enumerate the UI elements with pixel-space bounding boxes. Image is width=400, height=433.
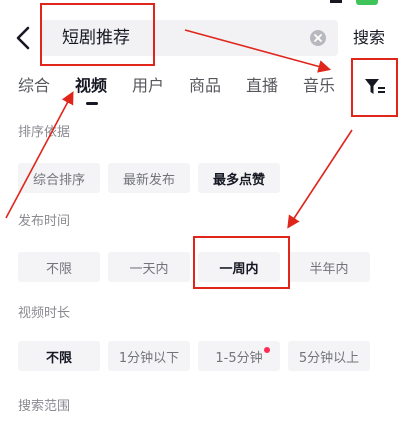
- battery-icon: [356, 0, 378, 5]
- chip-label: 5分钟以上: [298, 350, 360, 366]
- arrow-from-video-tab: [5, 91, 74, 219]
- duration-option-under-1-min[interactable]: 1分钟以下: [108, 341, 190, 371]
- duration-option-over-5-min[interactable]: 5分钟以上: [288, 341, 370, 371]
- duration-section-title: 视频时长: [18, 306, 71, 321]
- tab-products[interactable]: 商品: [189, 74, 221, 98]
- tab-live[interactable]: 直播: [246, 74, 278, 98]
- sort-option-most-likes[interactable]: 最多点赞: [198, 163, 280, 193]
- search-scope-section-title: 搜索范围: [18, 399, 71, 414]
- duration-option-any[interactable]: 不限: [18, 341, 100, 371]
- tab-users[interactable]: 用户: [132, 74, 164, 98]
- filter-icon-highlight: [351, 58, 398, 117]
- tab-video[interactable]: 视频: [75, 74, 107, 98]
- chip-label: 1分钟以下: [118, 350, 180, 366]
- result-tabs: 综合 视频 用户 商品 直播 音乐: [0, 70, 400, 110]
- arrow-filter-to-one-week: [287, 129, 353, 229]
- one-week-highlight: [193, 236, 290, 289]
- chip-label: 最多点赞: [212, 172, 265, 188]
- sort-section-title: 排序依据: [18, 125, 71, 140]
- sort-option-comprehensive[interactable]: 综合排序: [18, 163, 100, 193]
- duration-option-1-to-5-min[interactable]: 1-5分钟: [198, 341, 280, 371]
- tab-comprehensive[interactable]: 综合: [18, 74, 50, 98]
- sort-option-latest[interactable]: 最新发布: [108, 163, 190, 193]
- chip-label: 最新发布: [122, 172, 175, 188]
- chip-label: 不限: [45, 261, 72, 277]
- back-arrow-icon[interactable]: [14, 24, 34, 52]
- search-query-highlight: [40, 3, 155, 66]
- search-button[interactable]: 搜索: [353, 26, 385, 50]
- chip-label: 半年内: [309, 261, 349, 277]
- publish-time-option-any[interactable]: 不限: [18, 252, 100, 282]
- tab-music[interactable]: 音乐: [303, 74, 335, 98]
- clear-icon[interactable]: [310, 30, 326, 46]
- active-tab-indicator: [86, 102, 98, 105]
- publish-time-option-one-day[interactable]: 一天内: [108, 252, 190, 282]
- chip-label: 1-5分钟: [215, 350, 263, 366]
- chip-label: 一天内: [129, 261, 169, 277]
- chip-label: 综合排序: [32, 172, 85, 188]
- chip-label: 不限: [45, 350, 72, 366]
- publish-time-option-half-year[interactable]: 半年内: [288, 252, 370, 282]
- signal-icon: [330, 0, 342, 3]
- new-badge-dot: [264, 347, 270, 353]
- publish-time-section-title: 发布时间: [18, 214, 71, 229]
